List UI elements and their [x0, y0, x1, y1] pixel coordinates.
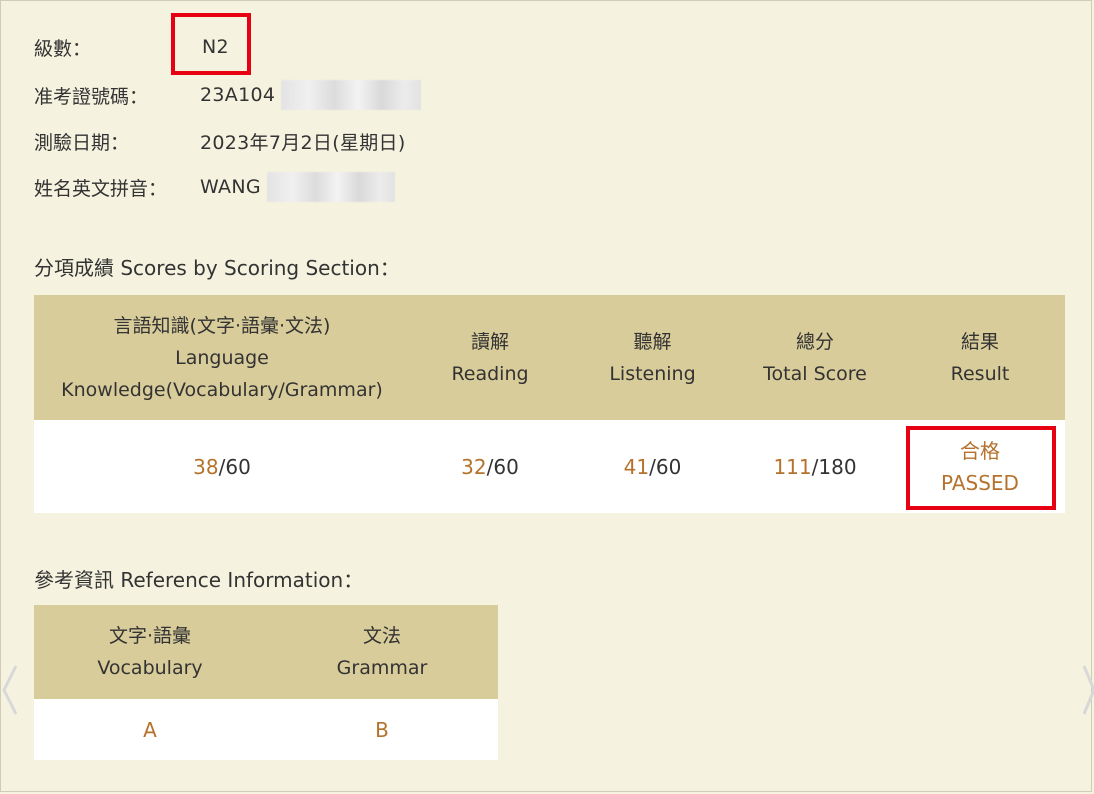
- score-total: 111/180: [735, 420, 895, 513]
- score-listening: 41/60: [570, 420, 735, 513]
- reference-table: 文字·語彙 Vocabulary 文法 Grammar A B: [34, 605, 498, 760]
- exam-date-value: 2023年7月2日(星期日): [200, 131, 406, 154]
- header-reading: 讀解 Reading: [410, 295, 570, 420]
- scores-section-title: 分項成績 Scores by Scoring Section：: [34, 256, 400, 280]
- exam-date-label: 測驗日期：: [34, 131, 130, 154]
- grade-vocabulary: A: [34, 699, 266, 760]
- name-label: 姓名英文拼音：: [34, 177, 168, 200]
- name-value: WANG: [200, 176, 261, 198]
- chevron-right-icon[interactable]: [1078, 660, 1094, 720]
- exam-number-label: 准考證號碼：: [34, 85, 149, 108]
- header-total-score: 總分 Total Score: [735, 295, 895, 420]
- header-result: 結果 Result: [895, 295, 1065, 420]
- info-name-row: 姓名英文拼音： WANG: [34, 172, 395, 202]
- chevron-left-icon[interactable]: [0, 660, 20, 720]
- scores-header-row: 言語知識(文字·語彙·文法) Language Knowledge(Vocabu…: [34, 295, 1065, 420]
- reference-header-row: 文字·語彙 Vocabulary 文法 Grammar: [34, 605, 498, 699]
- header-listening: 聽解 Listening: [570, 295, 735, 420]
- level-highlight-box: [171, 13, 251, 75]
- score-language-knowledge: 38/60: [34, 420, 410, 513]
- header-language-knowledge: 言語知識(文字·語彙·文法) Language Knowledge(Vocabu…: [34, 295, 410, 420]
- name-redacted: [266, 172, 395, 202]
- exam-number-value: 23A104: [200, 84, 276, 106]
- score-reading: 32/60: [410, 420, 570, 513]
- header-vocabulary: 文字·語彙 Vocabulary: [34, 605, 266, 699]
- grade-grammar: B: [266, 699, 498, 760]
- reference-value-row: A B: [34, 699, 498, 760]
- info-date-row: 測驗日期： 2023年7月2日(星期日): [34, 126, 406, 156]
- header-grammar: 文法 Grammar: [266, 605, 498, 699]
- exam-number-redacted: [281, 80, 422, 110]
- info-exam-number-row: 准考證號碼： 23A104: [34, 80, 422, 110]
- reference-section-title: 參考資訊 Reference Information：: [34, 568, 364, 592]
- result-highlight-box: [906, 426, 1056, 510]
